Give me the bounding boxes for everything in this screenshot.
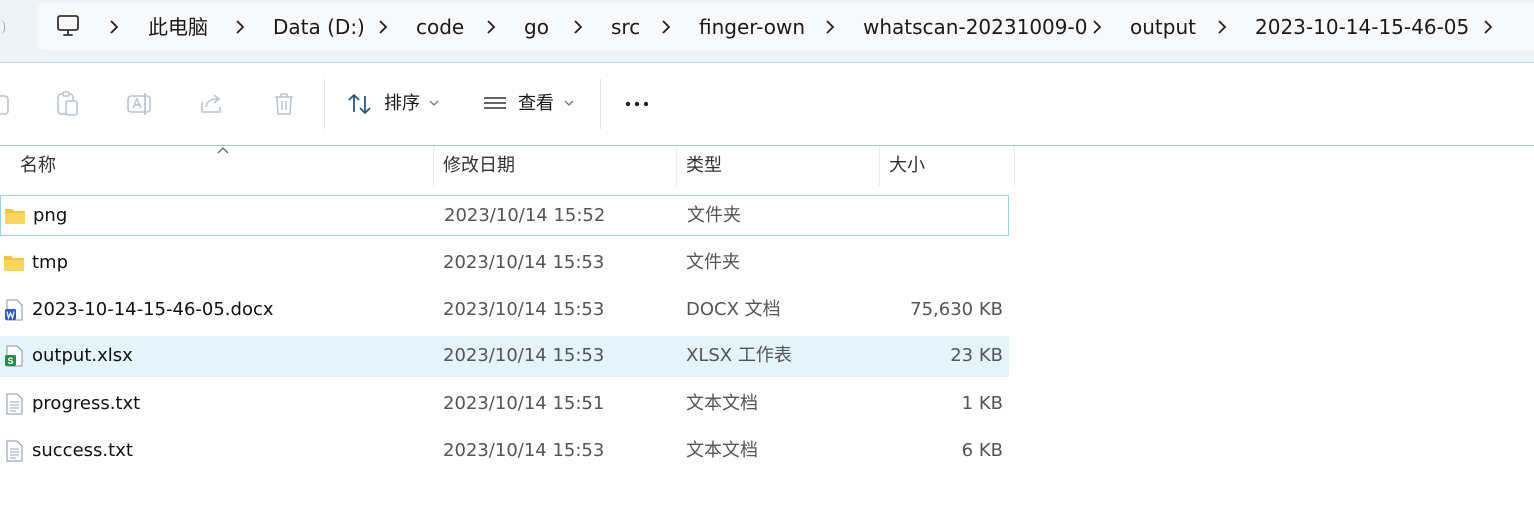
view-button[interactable]: 查看	[518, 91, 554, 117]
toolbar-divider	[600, 79, 601, 129]
breadcrumb-item-code[interactable]: code	[416, 14, 464, 40]
column-divider[interactable]	[879, 146, 880, 186]
column-divider[interactable]	[433, 146, 434, 186]
file-name: tmp	[32, 252, 69, 273]
breadcrumb-item-whatscan[interactable]: whatscan-20231009-0	[863, 14, 1087, 40]
chevron-right-icon[interactable]	[377, 14, 389, 40]
file-type: DOCX 文档	[686, 299, 781, 320]
svg-text:S: S	[7, 356, 13, 366]
computer-icon[interactable]	[56, 14, 82, 38]
breadcrumb-item-finger-own[interactable]: finger-own	[699, 14, 805, 40]
breadcrumb-item-drive[interactable]: Data (D:)	[273, 14, 365, 40]
file-date: 2023/10/14 15:51	[443, 393, 605, 414]
chevron-right-icon[interactable]	[1091, 14, 1103, 40]
excel-sheet-icon: S	[5, 345, 23, 367]
file-name: progress.txt	[32, 393, 141, 414]
file-type: 文件夹	[687, 205, 741, 226]
file-size: 75,630 KB	[910, 299, 1003, 320]
file-type: 文本文档	[686, 393, 758, 414]
file-date: 2023/10/14 15:53	[443, 299, 605, 320]
file-date: 2023/10/14 15:53	[443, 252, 605, 273]
file-size: 1 KB	[961, 393, 1003, 414]
sort-icon[interactable]	[346, 90, 374, 118]
file-name: success.txt	[32, 440, 133, 461]
column-header: 名称 修改日期 类型 大小	[0, 146, 1015, 186]
text-file-icon	[6, 440, 23, 462]
file-type: 文件夹	[686, 252, 740, 273]
breadcrumb-item-this-pc[interactable]: 此电脑	[148, 14, 208, 40]
chevron-right-icon[interactable]	[660, 14, 672, 40]
file-row-tmp[interactable]: tmp 2023/10/14 15:53 文件夹	[0, 243, 1009, 284]
file-row-xlsx[interactable]: S output.xlsx 2023/10/14 15:53 XLSX 工作表 …	[0, 336, 1009, 377]
file-size: 23 KB	[950, 345, 1003, 366]
column-divider[interactable]	[1014, 146, 1015, 186]
command-bar: 排序 查看	[0, 63, 1534, 146]
chevron-right-icon[interactable]	[824, 14, 836, 40]
toolbar-divider	[324, 79, 325, 129]
folder-icon	[5, 209, 25, 224]
file-name: 2023-10-14-15-46-05.docx	[32, 299, 274, 320]
file-date: 2023/10/14 15:53	[443, 440, 605, 461]
chevron-right-icon[interactable]	[108, 14, 120, 40]
file-name: output.xlsx	[32, 345, 133, 366]
paste-icon[interactable]	[54, 90, 82, 118]
file-row-docx[interactable]: 2023-10-14-15-46-05.docx 2023/10/14 15:5…	[0, 290, 1009, 331]
rename-icon[interactable]	[126, 90, 154, 118]
file-size: 6 KB	[961, 440, 1003, 461]
view-list-icon[interactable]	[481, 90, 509, 118]
folder-icon	[4, 256, 24, 271]
copy-icon[interactable]	[0, 90, 16, 118]
column-header-type[interactable]: 类型	[686, 154, 722, 178]
file-type: XLSX 工作表	[686, 345, 792, 366]
file-row-progress-txt[interactable]: progress.txt 2023/10/14 15:51 文本文档 1 KB	[0, 384, 1009, 425]
chevron-right-icon[interactable]	[485, 14, 497, 40]
file-date: 2023/10/14 15:52	[444, 205, 606, 226]
chevron-right-icon[interactable]	[572, 14, 584, 40]
share-icon[interactable]	[198, 90, 226, 118]
column-header-name[interactable]: 名称	[20, 154, 56, 178]
word-doc-icon	[5, 299, 23, 321]
file-date: 2023/10/14 15:53	[443, 345, 605, 366]
breadcrumb-item-go[interactable]: go	[524, 14, 549, 40]
column-header-size[interactable]: 大小	[889, 154, 925, 178]
chevron-right-icon[interactable]	[1482, 14, 1494, 40]
breadcrumb-item-output[interactable]: output	[1130, 14, 1196, 40]
chevron-right-icon[interactable]	[234, 14, 246, 40]
sort-ascending-icon	[217, 147, 229, 154]
nav-edge	[0, 20, 5, 34]
chevron-down-icon[interactable]	[564, 100, 574, 106]
delete-icon[interactable]	[270, 90, 298, 118]
column-header-date[interactable]: 修改日期	[443, 154, 515, 178]
chevron-down-icon[interactable]	[429, 100, 439, 106]
breadcrumb-item-current[interactable]: 2023-10-14-15-46-05	[1255, 14, 1469, 40]
address-bar: 此电脑 Data (D:) code go src finger-own wha…	[0, 0, 1534, 63]
breadcrumb-item-src[interactable]: src	[611, 14, 640, 40]
more-options-icon[interactable]	[623, 90, 651, 118]
text-file-icon	[6, 393, 23, 415]
file-row-success-txt[interactable]: success.txt 2023/10/14 15:53 文本文档 6 KB	[0, 431, 1009, 472]
sort-button[interactable]: 排序	[384, 91, 420, 117]
chevron-right-icon[interactable]	[1216, 14, 1228, 40]
file-type: 文本文档	[686, 440, 758, 461]
column-divider[interactable]	[676, 146, 677, 186]
file-name: png	[33, 205, 68, 226]
file-row-png[interactable]: png 2023/10/14 15:52 文件夹	[0, 195, 1009, 236]
